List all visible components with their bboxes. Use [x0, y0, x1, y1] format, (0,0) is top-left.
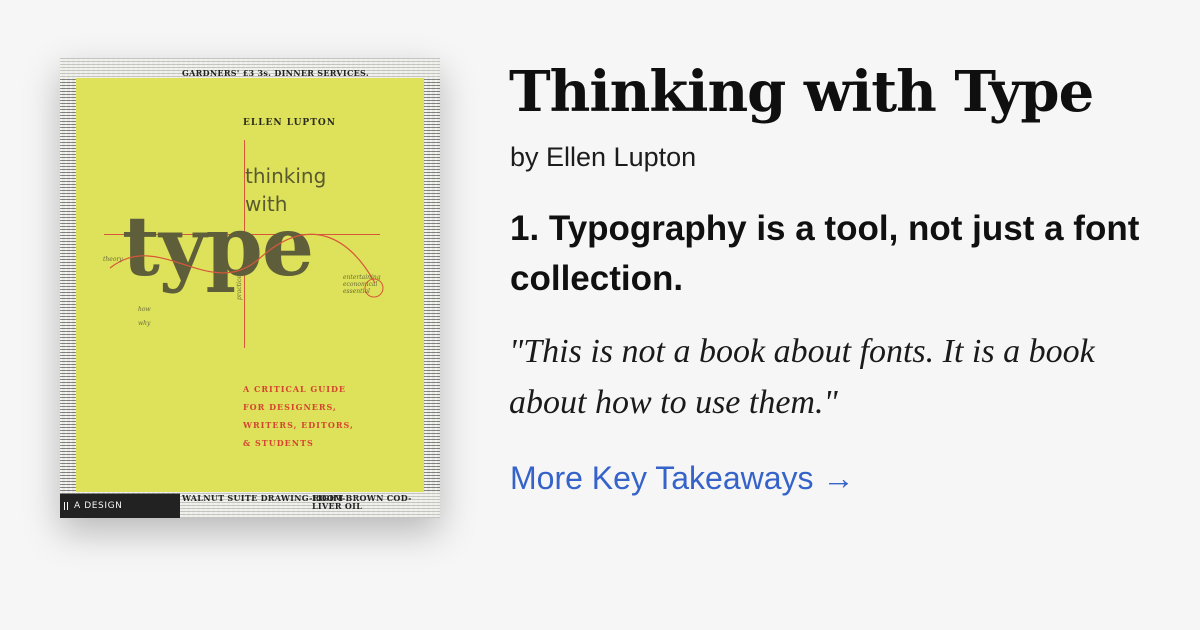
cover-news-bottom-right-text: LIGHT-BROWN COD-LIVER OIL [312, 493, 412, 511]
cover-subtitle: A CRITICAL GUIDE FOR DESIGNERS, WRITERS,… [243, 380, 354, 452]
cover-series-text: A DESIGN HANDBOOK [74, 501, 123, 511]
book-title: Thinking with Type [509, 59, 1094, 125]
cover-subtitle-line1: A CRITICAL GUIDE [243, 384, 347, 394]
cover-author: ELLEN LUPTON [243, 118, 336, 128]
cover-newsprint-left [60, 78, 76, 494]
cover-label-entertaining: entertaining [343, 274, 381, 281]
page: GARDNERS' £3 3s. DINNER SERVICES. WALNUT… [0, 0, 1200, 630]
cover-series-label: A DESIGN HANDBOOK [60, 494, 180, 518]
series-bar-icon [64, 502, 68, 510]
cover-label-economical: economical [343, 281, 378, 288]
book-cover: GARDNERS' £3 3s. DINNER SERVICES. WALNUT… [60, 58, 440, 518]
cover-label-theory: theory [103, 256, 123, 263]
cover-label-essential: essential [343, 288, 370, 295]
takeaway-quote: "This is not a book about fonts. It is a… [509, 333, 1095, 421]
cover-panel: ELLEN LUPTON thinking with type theory p… [76, 78, 424, 492]
more-takeaways-link[interactable]: More Key Takeaways → [510, 456, 854, 500]
book-byline: by Ellen Lupton [510, 142, 697, 172]
cover-subtitle-line2: FOR DESIGNERS, [243, 402, 337, 412]
cover-label-why: why [138, 320, 151, 327]
cover-newsprint-top: GARDNERS' £3 3s. DINNER SERVICES. [60, 58, 440, 78]
cover-subtitle-line4: & STUDENTS [243, 438, 314, 448]
cover-title-line1: thinking [245, 164, 327, 188]
cover-newsprint-right [424, 58, 440, 494]
cover-news-top-text: GARDNERS' £3 3s. DINNER SERVICES. [182, 68, 369, 78]
book-cover-art: GARDNERS' £3 3s. DINNER SERVICES. WALNUT… [60, 58, 440, 518]
cover-subtitle-line3: WRITERS, EDITORS, [243, 420, 354, 430]
cover-label-group: entertaining economical essential [343, 274, 381, 295]
cover-newsprint-bottom: WALNUT SUITE DRAWING-ROOM LIGHT-BROWN CO… [180, 492, 440, 518]
cover-label-how: how [138, 306, 151, 313]
cover-label-practice: practice [236, 275, 243, 300]
takeaway-heading: 1. Typography is a tool, not just a font… [510, 209, 1140, 298]
